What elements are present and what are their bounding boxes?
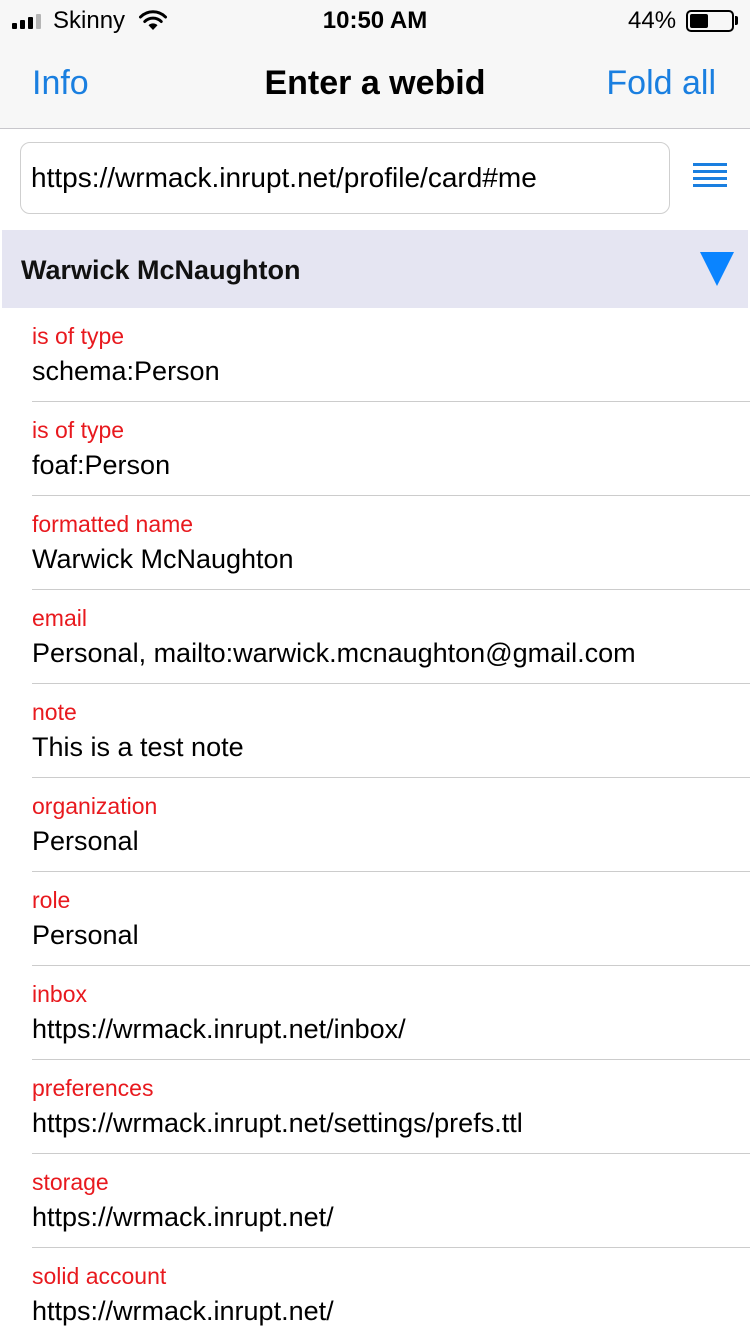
property-row[interactable]: solid account https://wrmack.inrupt.net/ xyxy=(0,1248,750,1334)
property-value: Personal, mailto:warwick.mcnaughton@gmai… xyxy=(32,638,636,668)
property-label: formatted name xyxy=(32,511,194,537)
property-row[interactable]: note This is a test note xyxy=(0,684,750,778)
section-title: Warwick McNaughton xyxy=(21,255,301,285)
battery-level xyxy=(690,14,708,28)
property-label: is of type xyxy=(32,323,125,349)
list-line xyxy=(693,163,727,166)
property-row[interactable]: email Personal, mailto:warwick.mcnaughton… xyxy=(0,590,750,684)
property-value: Personal xyxy=(32,826,139,856)
fold-all-button[interactable]: Fold all xyxy=(606,64,716,103)
battery-tip xyxy=(735,16,738,25)
list-line xyxy=(693,184,727,187)
property-value: Warwick McNaughton xyxy=(32,544,294,574)
property-value: Personal xyxy=(32,920,139,950)
profile-section-header[interactable]: Warwick McNaughton xyxy=(2,230,748,308)
disclosure-triangle-icon[interactable] xyxy=(700,252,734,286)
property-value: https://wrmack.inrupt.net/inbox/ xyxy=(32,1014,406,1044)
list-line xyxy=(693,177,727,180)
property-label: role xyxy=(32,887,71,913)
navigation-bar: Info Enter a webid Fold all xyxy=(0,40,750,129)
list-line xyxy=(693,170,727,173)
property-row[interactable]: is of type schema:Person xyxy=(0,308,750,402)
property-value: https://wrmack.inrupt.net/ xyxy=(32,1296,334,1326)
property-value: https://wrmack.inrupt.net/settings/prefs… xyxy=(32,1108,523,1138)
property-row[interactable]: role Personal xyxy=(0,872,750,966)
battery-icon xyxy=(686,10,734,32)
webid-input[interactable] xyxy=(20,142,670,214)
property-row[interactable]: inbox https://wrmack.inrupt.net/inbox/ xyxy=(0,966,750,1060)
property-label: inbox xyxy=(32,981,87,1007)
property-value: schema:Person xyxy=(32,356,220,386)
property-label: email xyxy=(32,605,87,631)
battery-percentage: 44% xyxy=(628,7,677,34)
property-label: is of type xyxy=(32,417,125,443)
property-row[interactable]: storage https://wrmack.inrupt.net/ xyxy=(0,1154,750,1248)
status-bar: Skinny 10:50 AM 44% xyxy=(0,0,750,40)
property-label: note xyxy=(32,699,77,725)
property-value: This is a test note xyxy=(32,732,244,762)
list-icon[interactable] xyxy=(693,163,727,195)
property-row[interactable]: preferences https://wrmack.inrupt.net/set… xyxy=(0,1060,750,1154)
property-label: solid account xyxy=(32,1263,167,1289)
property-list: is of type schema:Person is of type foaf:Pe… xyxy=(0,308,750,1334)
property-row[interactable]: formatted name Warwick McNaughton xyxy=(0,496,750,590)
property-label: preferences xyxy=(32,1075,154,1101)
info-button[interactable]: Info xyxy=(32,64,89,103)
property-label: organization xyxy=(32,793,158,819)
property-row[interactable]: organization Personal xyxy=(0,778,750,872)
property-label: storage xyxy=(32,1169,109,1195)
property-value: https://wrmack.inrupt.net/ xyxy=(32,1202,334,1232)
property-value: foaf:Person xyxy=(32,450,171,480)
property-row[interactable]: is of type foaf:Person xyxy=(0,402,750,496)
